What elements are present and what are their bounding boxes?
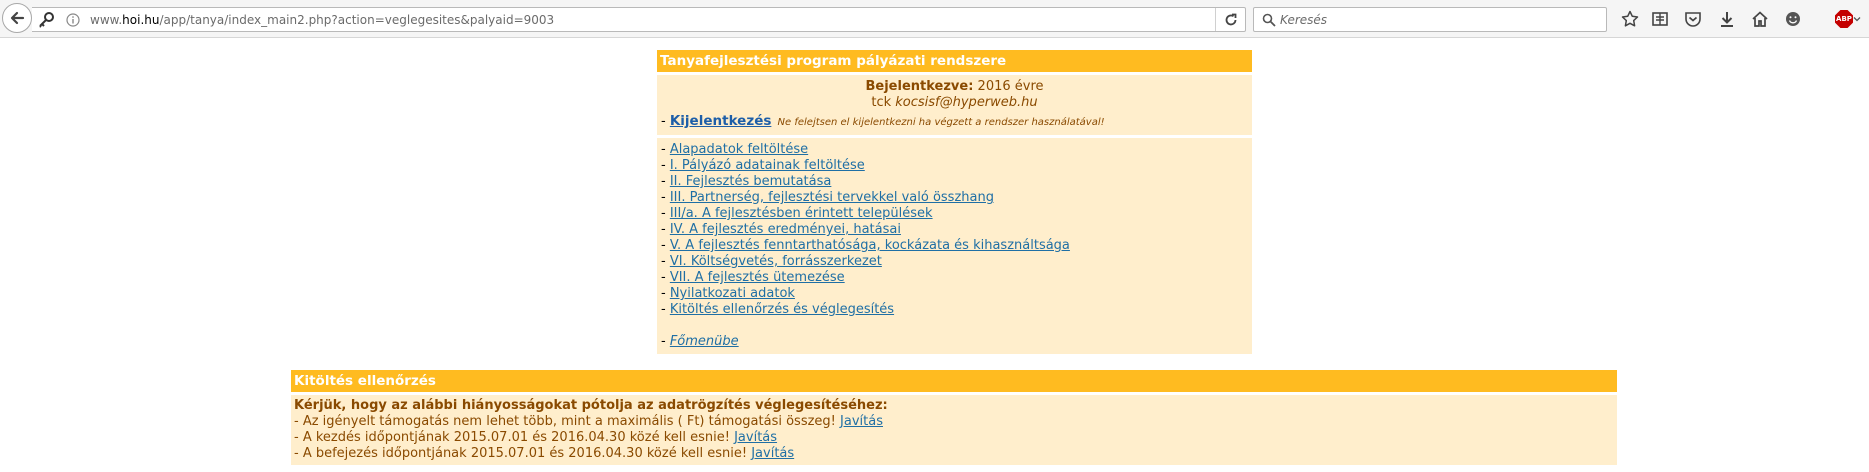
browser-toolbar: www.hoi.hu/app/tanya/index_main2.php?act… bbox=[0, 0, 1869, 38]
smiley-icon[interactable] bbox=[1783, 9, 1803, 29]
url-bar[interactable]: www.hoi.hu/app/tanya/index_main2.php?act… bbox=[32, 7, 1246, 32]
url-prefix: www. bbox=[90, 13, 123, 27]
check-item: - Az igényelt támogatás nem lehet több, … bbox=[294, 414, 1614, 430]
fix-link[interactable]: Javítás bbox=[734, 430, 777, 445]
search-input[interactable] bbox=[1280, 10, 1600, 29]
menu-panel: Tanyafejlesztési program pályázati rends… bbox=[657, 50, 1252, 354]
info-icon[interactable] bbox=[64, 11, 82, 29]
logout-line: - Kijelentkezés Ne felejtsen el kijelent… bbox=[661, 113, 1248, 129]
menu-panel-title: Tanyafejlesztési program pályázati rends… bbox=[657, 50, 1252, 72]
user-prefix: tck bbox=[871, 95, 892, 110]
bookmark-star-icon[interactable] bbox=[1620, 9, 1640, 29]
menu-item-koltsegvetes: - VI. Költségvetés, forrásszerkezet bbox=[661, 254, 882, 269]
menu-link-utemezes[interactable]: VII. A fejlesztés ütemezése bbox=[670, 270, 845, 285]
menu-link-palyazo[interactable]: I. Pályázó adatainak feltöltése bbox=[670, 158, 865, 173]
menu-link-nyilatkozati[interactable]: Nyilatkozati adatok bbox=[670, 286, 795, 301]
menu-item-telepulesek: - III/a. A fejlesztésben érintett telepü… bbox=[661, 206, 933, 221]
menu-item-home: - Főmenübe bbox=[661, 334, 739, 349]
download-icon[interactable] bbox=[1717, 9, 1737, 29]
menu-link-partnerseg[interactable]: III. Partnerség, fejlesztési tervekkel v… bbox=[670, 190, 994, 205]
check-intro: Kérjük, hogy az alábbi hiányosságokat pó… bbox=[294, 398, 888, 413]
check-item-text: - A kezdés időpontjának 2015.07.01 és 20… bbox=[294, 430, 730, 445]
url-path: /app/tanya/index_main2.php?action=vegleg… bbox=[159, 13, 555, 27]
pocket-icon[interactable] bbox=[1683, 9, 1703, 29]
menu-item-partnerseg: - III. Partnerség, fejlesztési tervekkel… bbox=[661, 190, 994, 205]
check-item-text: - Az igényelt támogatás nem lehet több, … bbox=[294, 414, 836, 429]
check-panel: Kitöltés ellenőrzés Kérjük, hogy az aláb… bbox=[291, 370, 1617, 465]
check-item-text: - A befejezés időpontjának 2015.07.01 és… bbox=[294, 446, 748, 461]
logged-in-label: Bejelentkezve: bbox=[865, 79, 974, 94]
check-panel-title: Kitöltés ellenőrzés bbox=[291, 370, 1617, 392]
url-domain: hoi.hu bbox=[122, 13, 160, 27]
reload-button[interactable] bbox=[1215, 8, 1245, 31]
reload-icon bbox=[1225, 13, 1236, 25]
menu-link-fenntarthatosag[interactable]: V. A fejlesztés fenntarthatósága, kockáz… bbox=[670, 238, 1070, 253]
check-item: - A befejezés időpontjának 2015.07.01 és… bbox=[294, 446, 1614, 462]
user-line: tck kocsisf@hyperweb.hu bbox=[661, 95, 1248, 111]
menu-item-fejlesztes: - II. Fejlesztés bemutatása bbox=[661, 174, 832, 189]
menu-link-koltsegvetes[interactable]: VI. Költségvetés, forrásszerkezet bbox=[670, 254, 882, 269]
search-icon bbox=[1260, 11, 1278, 29]
menu-item-alapadatok: - Alapadatok feltöltése bbox=[661, 142, 809, 157]
home-link[interactable]: Főmenübe bbox=[670, 334, 739, 349]
logged-in-year: 2016 évre bbox=[977, 79, 1044, 94]
login-status: Bejelentkezve: 2016 évre bbox=[661, 79, 1248, 95]
menu-links: - Alapadatok feltöltése - I. Pályázó ada… bbox=[657, 138, 1252, 354]
logout-note: Ne felejtsen el kijelentkezni ha végzett… bbox=[777, 117, 1105, 128]
check-item: - A kezdés időpontjának 2015.07.01 és 20… bbox=[294, 430, 1614, 446]
back-button[interactable] bbox=[2, 3, 32, 33]
menu-item-eredmenyek: - IV. A fejlesztés eredményei, hatásai bbox=[661, 222, 901, 237]
menu-item-nyilatkozati: - Nyilatkozati adatok bbox=[661, 286, 795, 301]
url-text[interactable]: www.hoi.hu/app/tanya/index_main2.php?act… bbox=[90, 13, 554, 27]
menu-item-fenntarthatosag: - V. A fejlesztés fenntarthatósága, kock… bbox=[661, 238, 1070, 253]
adblock-icon[interactable]: ABP bbox=[1834, 9, 1854, 29]
search-bar[interactable] bbox=[1253, 7, 1607, 32]
logout-link[interactable]: Kijelentkezés bbox=[670, 113, 772, 129]
dash: - bbox=[661, 114, 666, 129]
menu-link-fejlesztes[interactable]: II. Fejlesztés bemutatása bbox=[670, 174, 832, 189]
fix-link[interactable]: Javítás bbox=[840, 414, 883, 429]
fix-link[interactable]: Javítás bbox=[751, 446, 794, 461]
reading-list-icon[interactable] bbox=[1650, 9, 1670, 29]
back-arrow-icon bbox=[10, 11, 25, 25]
menu-link-veglegesites[interactable]: Kitöltés ellenőrzés és véglegesítés bbox=[670, 302, 894, 317]
user-email: kocsisf@hyperweb.hu bbox=[895, 95, 1038, 110]
adblock-label: ABP bbox=[1835, 10, 1853, 28]
check-box: Kérjük, hogy az alábbi hiányosságokat pó… bbox=[291, 395, 1617, 465]
home-icon[interactable] bbox=[1750, 9, 1770, 29]
menu-item-utemezes: - VII. A fejlesztés ütemezése bbox=[661, 270, 845, 285]
chevron-down-icon[interactable] bbox=[1852, 9, 1862, 29]
menu-item-veglegesites: - Kitöltés ellenőrzés és véglegesítés bbox=[661, 302, 895, 317]
menu-link-alapadatok[interactable]: Alapadatok feltöltése bbox=[670, 142, 808, 157]
menu-link-eredmenyek[interactable]: IV. A fejlesztés eredményei, hatásai bbox=[670, 222, 901, 237]
login-box: Bejelentkezve: 2016 évre tck kocsisf@hyp… bbox=[657, 75, 1252, 135]
key-icon[interactable] bbox=[36, 10, 56, 30]
menu-item-palyazo: - I. Pályázó adatainak feltöltése bbox=[661, 158, 865, 173]
menu-link-telepulesek[interactable]: III/a. A fejlesztésben érintett települé… bbox=[670, 206, 933, 221]
